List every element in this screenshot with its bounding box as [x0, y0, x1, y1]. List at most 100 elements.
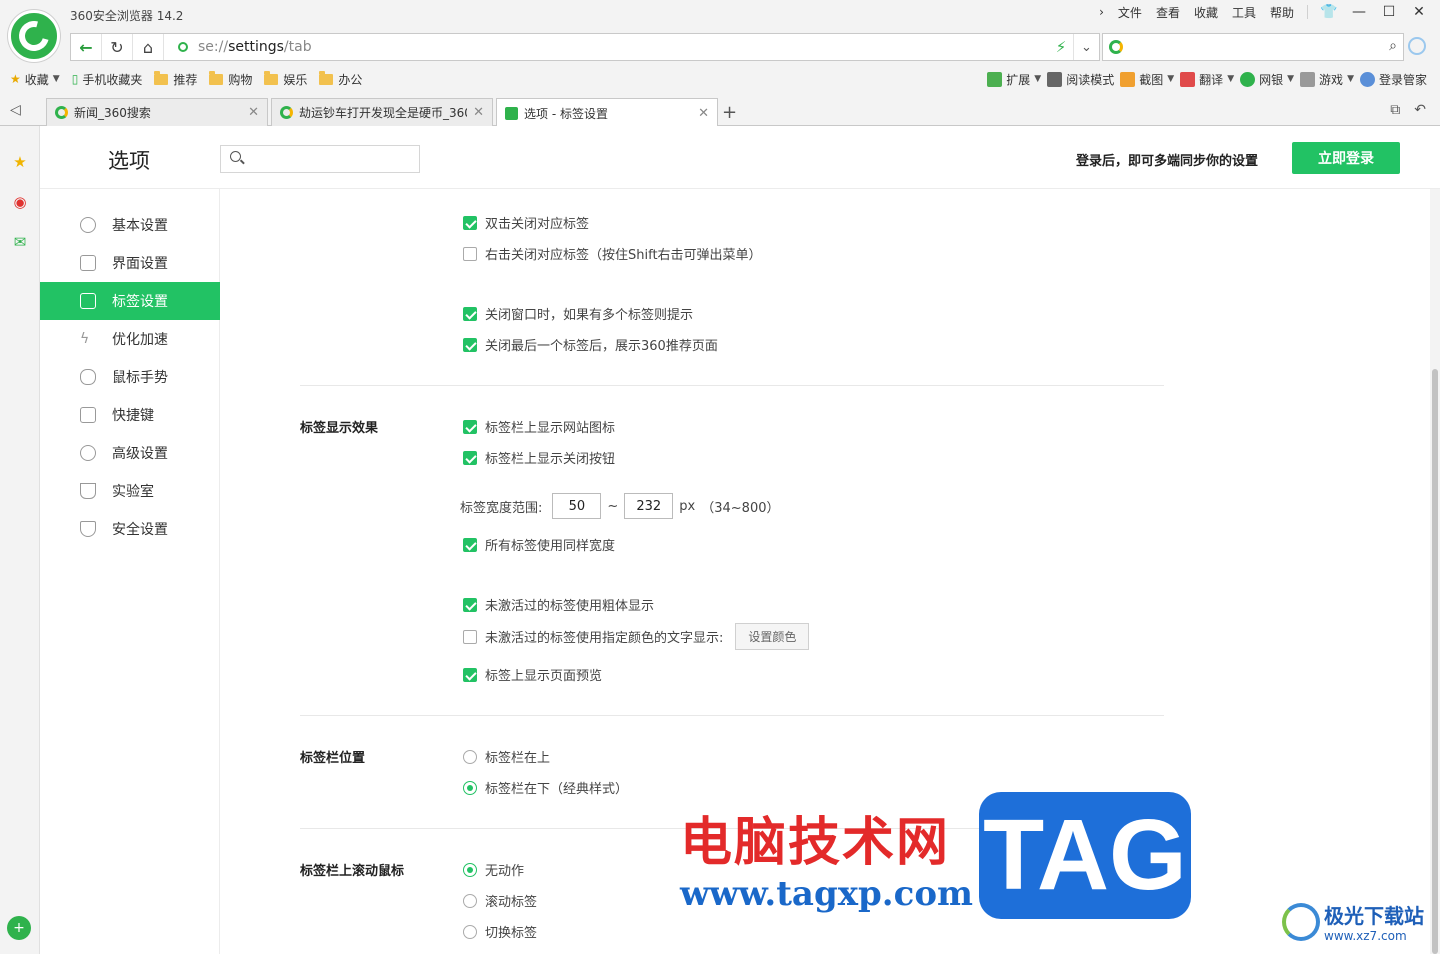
checkbox[interactable] [463, 629, 477, 644]
back-button[interactable]: ← [71, 34, 102, 60]
checkbox[interactable] [463, 450, 477, 465]
nav-label: 快捷键 [112, 408, 154, 424]
close-icon[interactable]: ✕ [473, 105, 484, 120]
search-input[interactable]: ⌕ [1102, 33, 1404, 61]
address-dropdown-icon[interactable]: ⌄ [1073, 34, 1099, 60]
checkbox[interactable] [463, 215, 477, 230]
checkbox[interactable] [463, 246, 477, 261]
radio[interactable] [463, 924, 477, 939]
set-color-button[interactable]: 设置颜色 [735, 623, 810, 650]
mail-icon[interactable]: ✉ [10, 232, 30, 252]
chevron-down-icon: ▼ [1287, 74, 1295, 84]
refresh-button[interactable]: ↻ [102, 34, 133, 60]
maximize-button[interactable]: ☐ [1374, 1, 1404, 23]
width-min-input[interactable]: 50 [552, 493, 602, 519]
radio[interactable] [463, 749, 477, 764]
search-icon[interactable]: ⌕ [1389, 38, 1397, 54]
menu-help[interactable]: 帮助 [1263, 4, 1301, 21]
xz-title: 极光下载站 [1324, 904, 1424, 928]
tab-news[interactable]: 新闻_360搜索 ✕ [46, 98, 268, 126]
nav-item-tabs[interactable]: 标签设置 [40, 282, 220, 320]
toolbar-label: 截图 [1139, 72, 1164, 87]
sidebar-toggle-icon[interactable]: ◁ [10, 102, 21, 118]
fav-mobile[interactable]: ▯ 手机收藏夹 [72, 71, 143, 88]
favorites-star-icon[interactable]: ★ [10, 152, 30, 172]
nav-item-interface[interactable]: 界面设置 [40, 244, 220, 282]
checkbox[interactable] [463, 537, 477, 552]
minimize-button[interactable]: — [1344, 1, 1374, 23]
speed-mode-icon[interactable]: ⚡ [1049, 38, 1073, 56]
tab-search[interactable]: 劫运钞车打开发现全是硬币_360搜索 ✕ [271, 98, 493, 126]
checkbox[interactable] [463, 419, 477, 434]
option-dblclick-close[interactable]: 双击关闭对应标签 [463, 213, 589, 232]
checkbox[interactable] [463, 597, 477, 612]
checkbox[interactable] [463, 667, 477, 682]
nav-item-mouse[interactable]: 鼠标手势 [40, 358, 220, 396]
login-manager-button[interactable]: 登录管家 [1359, 71, 1427, 88]
option-close-window-prompt[interactable]: 关闭窗口时，如果有多个标签则提示 [463, 304, 693, 323]
home-button[interactable]: ⌂ [133, 34, 164, 60]
search-engine-icon[interactable] [1109, 40, 1123, 54]
option-rightclick-close[interactable]: 右击关闭对应标签（按住Shift右击可弹出菜单） [463, 244, 762, 263]
nav-item-lab[interactable]: 实验室 [40, 472, 220, 510]
games-button[interactable]: 游戏 ▼ [1300, 71, 1354, 88]
option-bold-inactive[interactable]: 未激活过的标签使用粗体显示 [463, 595, 654, 614]
radio[interactable] [463, 780, 477, 795]
menu-favorites[interactable]: 收藏 [1187, 4, 1225, 21]
fav-folder-recommend[interactable]: 推荐 [154, 70, 197, 88]
nav-item-basic[interactable]: 基本设置 [40, 206, 220, 244]
reader-mode-button[interactable]: 阅读模式 [1047, 71, 1114, 88]
radio[interactable] [463, 893, 477, 908]
menu-expand-icon[interactable]: › [1092, 5, 1111, 19]
option-show-favicon[interactable]: 标签栏上显示网站图标 [463, 417, 615, 436]
browser-logo-icon[interactable] [8, 10, 60, 62]
width-max-input[interactable]: 232 [624, 493, 674, 519]
settings-search-input[interactable] [220, 145, 420, 173]
radio[interactable] [463, 862, 477, 877]
menu-view[interactable]: 查看 [1149, 4, 1187, 21]
new-tab-button[interactable]: + [722, 102, 737, 123]
option-show-close[interactable]: 标签栏上显示关闭按钮 [463, 448, 615, 467]
page-scrollbar[interactable] [1430, 189, 1440, 954]
fav-collect[interactable]: ★ 收藏 ▼ [10, 71, 60, 88]
option-position-bottom[interactable]: 标签栏在下（经典样式） [463, 778, 628, 797]
nav-item-advanced[interactable]: 高级设置 [40, 434, 220, 472]
option-position-top[interactable]: 标签栏在上 [463, 747, 550, 766]
tab-list-icon[interactable]: ⧉ [1390, 102, 1400, 118]
close-icon[interactable]: ✕ [698, 106, 709, 121]
fav-folder-office[interactable]: 办公 [319, 70, 362, 88]
close-icon[interactable]: ✕ [248, 105, 259, 120]
fav-folder-entertainment[interactable]: 娱乐 [264, 70, 307, 88]
undo-close-icon[interactable]: ↶ [1414, 102, 1426, 118]
login-button[interactable]: 立即登录 [1292, 142, 1400, 174]
add-sidebar-icon[interactable]: + [7, 916, 31, 940]
option-color-inactive[interactable]: 未激活过的标签使用指定颜色的文字显示: 设置颜色 [463, 623, 810, 650]
online-bank-button[interactable]: 网银 ▼ [1240, 71, 1294, 88]
checkbox[interactable] [463, 337, 477, 352]
menu-tools[interactable]: 工具 [1225, 4, 1263, 21]
option-scroll-tabs[interactable]: 滚动标签 [463, 891, 537, 910]
width-range-hint: （34~800） [701, 500, 780, 516]
scrollbar-thumb[interactable] [1432, 369, 1438, 954]
option-same-width[interactable]: 所有标签使用同样宽度 [463, 535, 615, 554]
menu-file[interactable]: 文件 [1111, 4, 1149, 21]
screenshot-button[interactable]: 截图 ▼ [1120, 71, 1174, 88]
sync-icon[interactable] [1408, 37, 1426, 55]
weibo-icon[interactable]: ◉ [10, 192, 30, 212]
option-page-preview[interactable]: 标签上显示页面预览 [463, 665, 602, 684]
nav-item-optimize[interactable]: ϟ 优化加速 [40, 320, 220, 358]
option-switch-tabs[interactable]: 切换标签 [463, 922, 537, 941]
option-scroll-none[interactable]: 无动作 [463, 860, 524, 879]
option-close-last-show360[interactable]: 关闭最后一个标签后，展示360推荐页面 [463, 335, 718, 354]
close-window-button[interactable]: ✕ [1404, 1, 1434, 23]
extensions-button[interactable]: 扩展 ▼ [987, 71, 1041, 88]
fav-folder-shopping[interactable]: 购物 [209, 70, 252, 88]
nav-label: 鼠标手势 [112, 370, 168, 386]
address-input[interactable]: se:// settings /tab [178, 39, 1049, 55]
nav-item-shortcuts[interactable]: 快捷键 [40, 396, 220, 434]
nav-item-security[interactable]: 安全设置 [40, 510, 220, 548]
translate-button[interactable]: 翻译 ▼ [1180, 71, 1234, 88]
checkbox[interactable] [463, 306, 477, 321]
tab-settings[interactable]: 选项 - 标签设置 ✕ [496, 98, 718, 127]
skin-icon[interactable]: 👕 [1314, 1, 1344, 23]
